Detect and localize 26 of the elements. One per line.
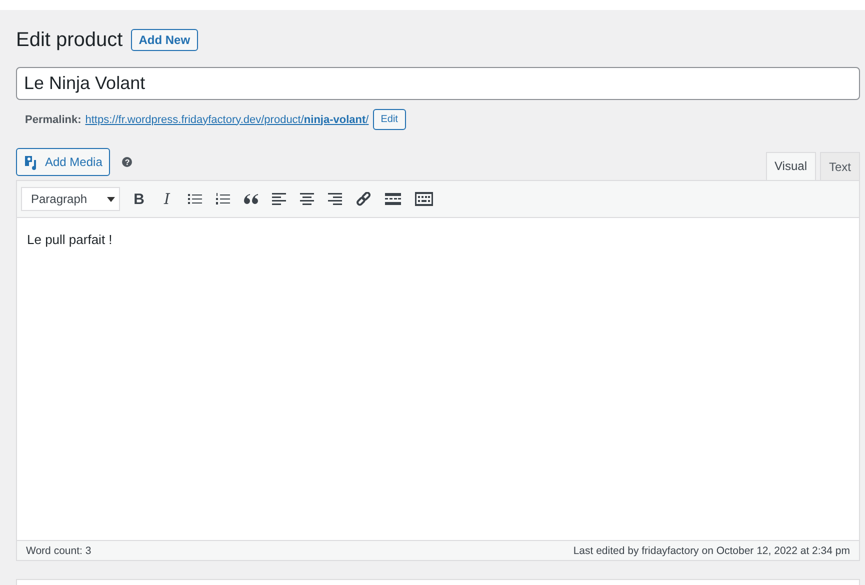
- bold-button[interactable]: B: [132, 190, 146, 208]
- title-field[interactable]: Le Ninja Volant: [16, 67, 860, 100]
- add-new-button[interactable]: Add New: [130, 29, 198, 51]
- align-right-icon[interactable]: [328, 193, 342, 205]
- editor-tab[interactable]: Visual: [766, 152, 816, 180]
- last-edited: Last edited by fridayfactory on October 12, 2022 at 2:34 pm: [573, 544, 850, 556]
- read-more-icon[interactable]: [385, 193, 401, 205]
- word-count: Word count: 3: [26, 544, 92, 556]
- caret-icon: [107, 196, 115, 202]
- add-media-button[interactable]: Add Media: [16, 148, 110, 176]
- keyboard-icon[interactable]: [415, 192, 433, 206]
- permalink-label: Permalink:: [25, 114, 82, 126]
- page-title: Edit product: [16, 28, 123, 52]
- format-select[interactable]: Paragraph: [21, 187, 120, 211]
- quote-icon[interactable]: [244, 194, 258, 204]
- permalink-edit-button[interactable]: Edit: [372, 109, 406, 130]
- permalink-link[interactable]: https://fr.wordpress.fridayfactory.dev/product/ninja-volant/: [85, 114, 369, 126]
- content-text: Le pull parfait !: [27, 232, 112, 247]
- italic-button[interactable]: I: [160, 190, 174, 208]
- align-center-icon[interactable]: [300, 193, 314, 205]
- numbered-list-icon[interactable]: [216, 193, 230, 205]
- bullet-list-icon[interactable]: [188, 193, 202, 205]
- align-left-icon[interactable]: [272, 193, 286, 205]
- editor-tab[interactable]: Text: [820, 152, 860, 180]
- link-icon[interactable]: [356, 192, 371, 206]
- help-icon[interactable]: ?: [122, 157, 132, 167]
